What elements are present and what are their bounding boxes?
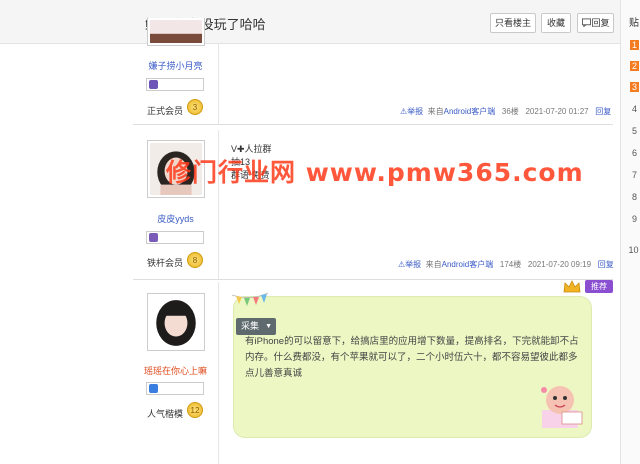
- member-rank-label: 铁杆会员: [147, 258, 184, 268]
- favorite-button[interactable]: 收藏: [541, 13, 571, 33]
- column-divider: [218, 282, 219, 464]
- username-link[interactable]: 瑶瑶在你心上嘛: [133, 364, 218, 377]
- report-link[interactable]: 举报: [405, 260, 421, 269]
- source-link[interactable]: Android客户端: [442, 260, 494, 269]
- hot-rank-4[interactable]: 4: [630, 104, 639, 114]
- report-link[interactable]: 举报: [407, 107, 423, 116]
- hot-list-rail: 贴 1 2 3 4 5 6 7 8 9 10: [620, 0, 640, 464]
- hot-rank-8[interactable]: 8: [630, 192, 639, 202]
- crown-medal-icon: [149, 80, 158, 89]
- post-meta: ⚠举报 来自Android客户端 174楼 2021-07-20 09:19 回…: [398, 259, 614, 270]
- reply-button[interactable]: 回复: [577, 13, 614, 33]
- source-prefix: 来自: [427, 107, 444, 116]
- source-link[interactable]: Android客户端: [444, 107, 496, 116]
- collect-button[interactable]: 采集 ▼: [236, 318, 276, 335]
- username-link[interactable]: 皮皮yyds: [133, 212, 218, 225]
- level-badge: 8: [187, 252, 203, 268]
- medal-box: [146, 231, 204, 244]
- hot-list-title: 贴: [629, 18, 639, 29]
- post-divider: [133, 124, 613, 125]
- level-badge: 12: [187, 402, 203, 418]
- hot-rank-5[interactable]: 5: [630, 126, 639, 136]
- post-reply-link[interactable]: 回复: [598, 260, 614, 269]
- crown-icon: [563, 280, 581, 293]
- only-op-button[interactable]: 只看楼主: [490, 13, 536, 33]
- username-link[interactable]: 嫌子捞小月亮: [133, 59, 218, 72]
- thread-header: 鲍照 好久没玩了哈哈 只看楼主 收藏 回复: [0, 0, 620, 44]
- post-reply-link[interactable]: 回复: [595, 107, 611, 116]
- y-medal-icon: [149, 384, 158, 393]
- post-time: 2021-07-20 09:19: [527, 260, 592, 269]
- column-divider: [218, 44, 219, 124]
- avatar[interactable]: [147, 293, 205, 351]
- floor-number: 174楼: [499, 260, 522, 269]
- chevron-down-icon: ▼: [265, 323, 272, 330]
- recommend-badge[interactable]: 推荐: [585, 280, 613, 293]
- hot-rank-6[interactable]: 6: [630, 148, 639, 158]
- avatar-image: [150, 296, 202, 348]
- post-text: 有iPhone的可以留意下，给搞店里的应用增下数量，提高排名，下完就能卸不占内存…: [245, 336, 579, 379]
- post-time: 2021-07-20 01:27: [525, 107, 589, 116]
- bunting-decoration-icon: [231, 292, 269, 306]
- hot-rank-2[interactable]: 2: [630, 61, 639, 71]
- hot-rank-10[interactable]: 10: [628, 245, 639, 255]
- hot-rank-7[interactable]: 7: [630, 170, 639, 180]
- hot-rank-1[interactable]: 1: [630, 40, 639, 50]
- medal-box: [146, 78, 204, 91]
- source-prefix: 来自: [425, 260, 442, 269]
- member-rank-label: 正式会员: [147, 106, 184, 116]
- post-divider: [133, 279, 613, 280]
- hot-rank-9[interactable]: 9: [630, 214, 639, 224]
- avatar[interactable]: [147, 18, 205, 46]
- floor-number: 36楼: [501, 107, 519, 116]
- crown-medal-icon: [149, 233, 158, 242]
- reply-button-label: 回复: [591, 18, 610, 28]
- post-meta: ⚠举报 来自Android客户端 36楼 2021-07-20 01:27 回复: [400, 106, 611, 117]
- cartoon-mascot-icon: [541, 386, 583, 428]
- site-watermark: 修门行业网 www.pmw365.com: [166, 158, 584, 187]
- avatar-image: [150, 20, 202, 43]
- hot-rank-3[interactable]: 3: [630, 82, 639, 92]
- reply-icon: [582, 18, 591, 27]
- medal-box: [146, 382, 204, 395]
- level-badge: 3: [187, 99, 203, 115]
- collect-label: 采集: [241, 321, 260, 331]
- recommend-label: 推荐: [591, 282, 607, 291]
- member-rank-label: 人气楷模: [147, 409, 184, 419]
